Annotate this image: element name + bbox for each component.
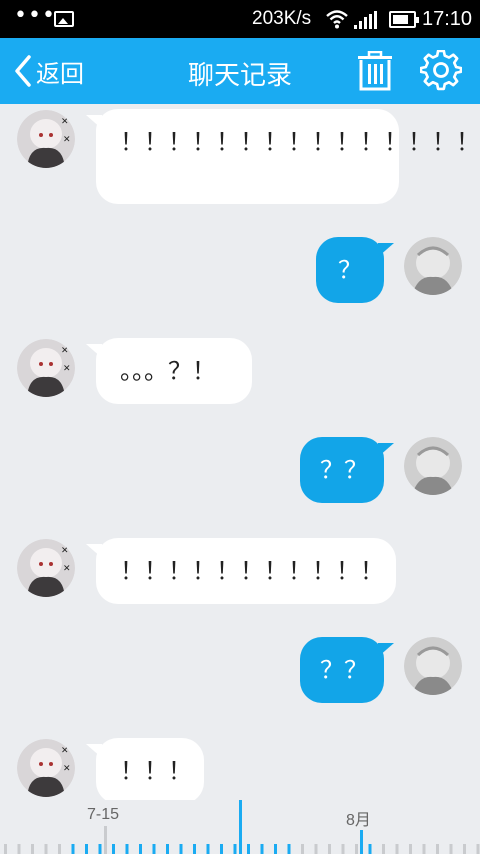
wifi-icon <box>326 10 348 29</box>
timeline-tick <box>260 844 264 854</box>
trash-icon[interactable] <box>357 51 393 91</box>
timeline-tick <box>98 844 102 854</box>
avatar[interactable]: ✕ ✕ <box>17 339 75 397</box>
message-bubble-outgoing: ？？ <box>300 437 394 503</box>
timeline-tick <box>341 844 345 854</box>
message-bubble-incoming: ！！！！！！！！！！！！！！！！ <box>86 109 480 204</box>
avatar[interactable] <box>404 237 462 295</box>
avatar[interactable]: ✕ ✕ <box>17 539 75 597</box>
timeline-tick <box>58 844 61 854</box>
timeline-tick <box>436 844 439 854</box>
svg-text:✕: ✕ <box>61 546 69 556</box>
svg-text:✕: ✕ <box>63 764 71 774</box>
message-bubble-incoming: ！！！ <box>86 738 204 800</box>
svg-text:✕: ✕ <box>63 564 71 574</box>
timeline-tick <box>220 844 223 854</box>
timeline-marker <box>104 826 107 854</box>
svg-text:✕: ✕ <box>61 746 69 756</box>
timeline-tick <box>301 844 304 854</box>
clock: 17:10 <box>422 8 473 30</box>
avatar[interactable]: ✕ ✕ <box>17 110 75 168</box>
timeline-tick <box>166 844 169 854</box>
timeline-tick <box>463 844 466 854</box>
chat-history[interactable]: ✕ ✕ ！！！！！！！！！！！！！！！！ ？ ✕ ✕ 。。。？！ ？？ ✕ ✕ ！！！… <box>0 104 480 800</box>
message-bubble-incoming: ！！！！！！！！！！！ <box>86 538 396 604</box>
timeline-tick <box>85 844 88 854</box>
image-icon <box>54 11 74 27</box>
message-item: ✕ ✕ 。。。？！ <box>0 329 480 419</box>
timeline-tick <box>125 844 129 854</box>
avatar[interactable] <box>404 637 462 695</box>
timeline-label: 8月 <box>346 812 371 829</box>
timeline-tick <box>314 844 318 854</box>
svg-text:✕: ✕ <box>63 135 71 145</box>
svg-text:✕: ✕ <box>61 117 69 127</box>
svg-text:✕: ✕ <box>63 364 71 374</box>
timeline-tick <box>355 844 358 854</box>
timeline-tick <box>395 844 399 854</box>
timeline-tick <box>382 844 385 854</box>
timeline-marker <box>239 800 242 854</box>
notification-dots: ••• <box>14 3 56 28</box>
message-item: ？ <box>0 229 480 319</box>
page-title: 聊天记录 <box>187 61 292 91</box>
timeline-ticks <box>4 800 480 854</box>
timeline-label: 7-15 <box>87 806 120 823</box>
timeline-tick <box>449 844 453 854</box>
timeline-tick <box>206 844 210 854</box>
timeline-tick <box>152 844 156 854</box>
timeline-tick <box>31 844 34 854</box>
timeline-tick <box>287 844 291 854</box>
message-bubble-outgoing: ？ <box>316 237 394 303</box>
avatar[interactable] <box>404 437 462 495</box>
battery-icon <box>389 11 419 28</box>
timeline-tick <box>193 844 196 854</box>
timeline-tick <box>44 844 48 854</box>
timeline-tick <box>328 844 331 854</box>
timeline-tick <box>71 844 75 854</box>
timeline-tick <box>139 844 142 854</box>
message-item: ？？ <box>0 629 480 719</box>
timeline-tick <box>409 844 412 854</box>
timeline-tick <box>274 844 277 854</box>
message-item: ？？ <box>0 429 480 519</box>
timeline-tick <box>179 844 183 854</box>
message-bubble-incoming: 。。。？！ <box>86 338 252 404</box>
timeline-tick <box>247 844 250 854</box>
timeline-tick <box>112 844 115 854</box>
timeline-tick <box>4 844 7 854</box>
message-item: ✕ ✕ ！！！！！！！！！！！ <box>0 529 480 619</box>
gear-icon[interactable] <box>420 50 462 92</box>
signal-icon <box>354 11 377 29</box>
timeline-tick <box>476 844 480 854</box>
title-bar: 返回 聊天记录 <box>0 38 480 104</box>
timeline-tick <box>368 844 372 854</box>
timeline-marker <box>360 830 363 854</box>
date-timeline[interactable]: 7-15 8月 <box>0 800 480 854</box>
message-bubble-outgoing: ？？ <box>300 637 394 703</box>
svg-text:✕: ✕ <box>61 346 69 356</box>
timeline-tick <box>422 844 426 854</box>
timeline-tick <box>17 844 21 854</box>
timeline-tick <box>233 844 237 854</box>
message-item: ✕ ✕ ！！！！！！！！！！！！！！！！ <box>0 104 480 214</box>
message-item: ✕ ✕ ！！！ <box>0 729 480 800</box>
network-speed: 203K/s <box>252 8 312 29</box>
avatar[interactable]: ✕ ✕ <box>17 739 75 797</box>
status-bar: ••• 203K/s 17:10 <box>0 0 480 38</box>
